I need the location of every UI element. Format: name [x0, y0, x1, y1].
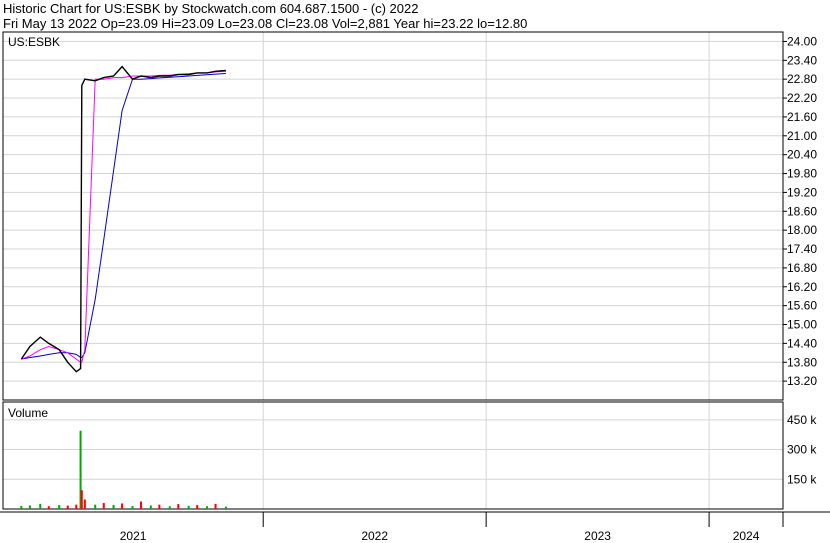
- price-tick-label: 15.00: [787, 318, 817, 332]
- long-average-line: [21, 73, 226, 360]
- price-tick-label: 23.40: [787, 53, 817, 67]
- volume-bar: [140, 501, 143, 509]
- year-label: 2024: [733, 529, 760, 543]
- volume-axis-ticks: 450 k 300 k 150 k: [787, 413, 817, 486]
- volume-bar: [214, 503, 217, 509]
- price-tick-label: 16.80: [787, 261, 817, 275]
- price-tick-label: 16.20: [787, 280, 817, 294]
- volume-bar: [149, 505, 152, 509]
- chart-window: Historic Chart for US:ESBK by Stockwatch…: [0, 0, 830, 543]
- volume-bar: [94, 504, 97, 509]
- price-tick-label: 19.80: [787, 167, 817, 181]
- volume-bar: [112, 505, 115, 509]
- volume-bar: [187, 505, 190, 509]
- price-tick-label: 21.00: [787, 129, 817, 143]
- volume-bar: [158, 504, 161, 509]
- price-tick-label: 15.60: [787, 299, 817, 313]
- price-tick-label: 20.40: [787, 148, 817, 162]
- volume-bar: [75, 504, 78, 509]
- price-tick-label: 22.20: [787, 91, 817, 105]
- price-tick-label: 13.80: [787, 355, 817, 369]
- volume-bar: [121, 503, 124, 509]
- short-average-line: [21, 70, 226, 363]
- volume-bar: [66, 505, 69, 509]
- year-label: 2021: [120, 529, 147, 543]
- volume-bar: [131, 506, 134, 509]
- volume-panel-frame: [2, 401, 784, 510]
- price-tick-label: 18.60: [787, 204, 817, 218]
- stock-chart: US:ESBK Volume 24.00 23.40 22.80 22.20 21.60…: [0, 31, 830, 543]
- volume-bar: [58, 505, 61, 509]
- volume-bar: [224, 506, 227, 509]
- volume-bar: [28, 505, 31, 509]
- price-tick-label: 14.40: [787, 336, 817, 350]
- volume-bar: [196, 505, 199, 509]
- volume-bar: [20, 506, 23, 509]
- volume-bar: [177, 504, 180, 509]
- year-label: 2023: [584, 529, 611, 543]
- price-tick-label: 21.60: [787, 110, 817, 124]
- price-tick-label: 13.20: [787, 374, 817, 388]
- price-tick-label: 18.00: [787, 223, 817, 237]
- volume-bar: [83, 499, 86, 509]
- price-tick-label: 19.20: [787, 185, 817, 199]
- volume-tick-label: 450 k: [787, 413, 817, 427]
- volume-bar: [80, 490, 83, 509]
- price-panel-label: US:ESBK: [8, 35, 60, 49]
- price-tick-label: 17.40: [787, 242, 817, 256]
- volume-bar: [206, 506, 209, 509]
- volume-panel-label: Volume: [8, 406, 48, 420]
- price-panel-frame: [2, 31, 784, 401]
- time-axis-ticks: 2021 2022 2023 2024: [120, 512, 760, 543]
- price-tick-label: 24.00: [787, 34, 817, 48]
- price-line: [20, 65, 226, 373]
- price-tick-label: 22.80: [787, 72, 817, 86]
- price-series: [20, 65, 226, 373]
- volume-bar: [168, 506, 171, 509]
- volume-bar: [102, 503, 105, 509]
- volume-tick-label: 150 k: [787, 472, 817, 486]
- volume-bar: [47, 506, 50, 509]
- volume-bar: [39, 503, 42, 509]
- volume-tick-label: 300 k: [787, 443, 817, 457]
- grid-lines: [3, 32, 783, 509]
- year-label: 2022: [361, 529, 388, 543]
- price-axis-ticks: 24.00 23.40 22.80 22.20 21.60 21.00 20.40 19.80…: [783, 34, 817, 388]
- volume-bars: [20, 430, 227, 509]
